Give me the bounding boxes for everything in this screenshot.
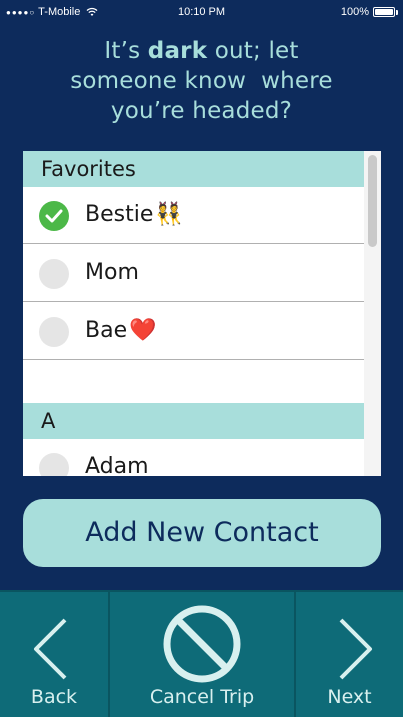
battery-percent: 100%: [340, 6, 369, 18]
heart-emoji-icon: ❤️: [129, 318, 157, 343]
unchecked-circle-icon[interactable]: [39, 317, 69, 347]
scrollbar[interactable]: [364, 151, 381, 476]
next-label: Next: [327, 686, 372, 708]
prompt-text: It’s dark out; let someone know where yo…: [0, 36, 403, 126]
contact-name: Bae ❤️: [85, 318, 157, 343]
contact-list[interactable]: Favorites Bestie 👯 Mom Bae ❤️ A Adam: [23, 151, 381, 476]
checkmark-icon[interactable]: [39, 201, 69, 231]
chevron-right-icon: [339, 618, 372, 680]
contact-name: Bestie 👯: [85, 202, 183, 227]
status-bar: ●●●●○ T-Mobile 10:10 PM 100%: [0, 0, 403, 24]
battery-icon: [373, 7, 398, 17]
contact-row-adam[interactable]: Adam: [23, 439, 364, 476]
add-new-contact-button[interactable]: Add New Contact: [23, 499, 381, 567]
contact-row-mom[interactable]: Mom: [23, 245, 364, 302]
contact-name: Mom: [85, 260, 139, 285]
back-label: Back: [30, 686, 78, 708]
status-right: 100%: [340, 6, 398, 18]
dancers-emoji-icon: 👯: [155, 202, 183, 227]
contact-name: Adam: [85, 454, 149, 476]
prompt-line-1: It’s dark out; let: [104, 38, 299, 64]
chevron-left-icon: [34, 618, 67, 680]
scrollbar-thumb[interactable]: [368, 155, 377, 247]
section-header-favorites: Favorites: [23, 151, 364, 187]
prompt-emphasis: dark: [147, 38, 208, 64]
back-button[interactable]: Back: [0, 592, 108, 717]
next-button[interactable]: Next: [296, 592, 403, 717]
bottom-nav-bar: Back Cancel Trip Next: [0, 590, 403, 717]
no-entry-icon: [163, 605, 241, 683]
section-header-a: A: [23, 403, 364, 439]
prompt-line-3: you’re headed?: [110, 98, 293, 124]
contact-row-bestie[interactable]: Bestie 👯: [23, 187, 364, 244]
prompt-line-2: someone know where: [70, 68, 333, 94]
unchecked-circle-icon[interactable]: [39, 453, 69, 476]
contact-row-bae[interactable]: Bae ❤️: [23, 303, 364, 360]
cancel-trip-button[interactable]: Cancel Trip: [110, 592, 294, 717]
unchecked-circle-icon[interactable]: [39, 259, 69, 289]
cancel-trip-label: Cancel Trip: [149, 686, 255, 708]
